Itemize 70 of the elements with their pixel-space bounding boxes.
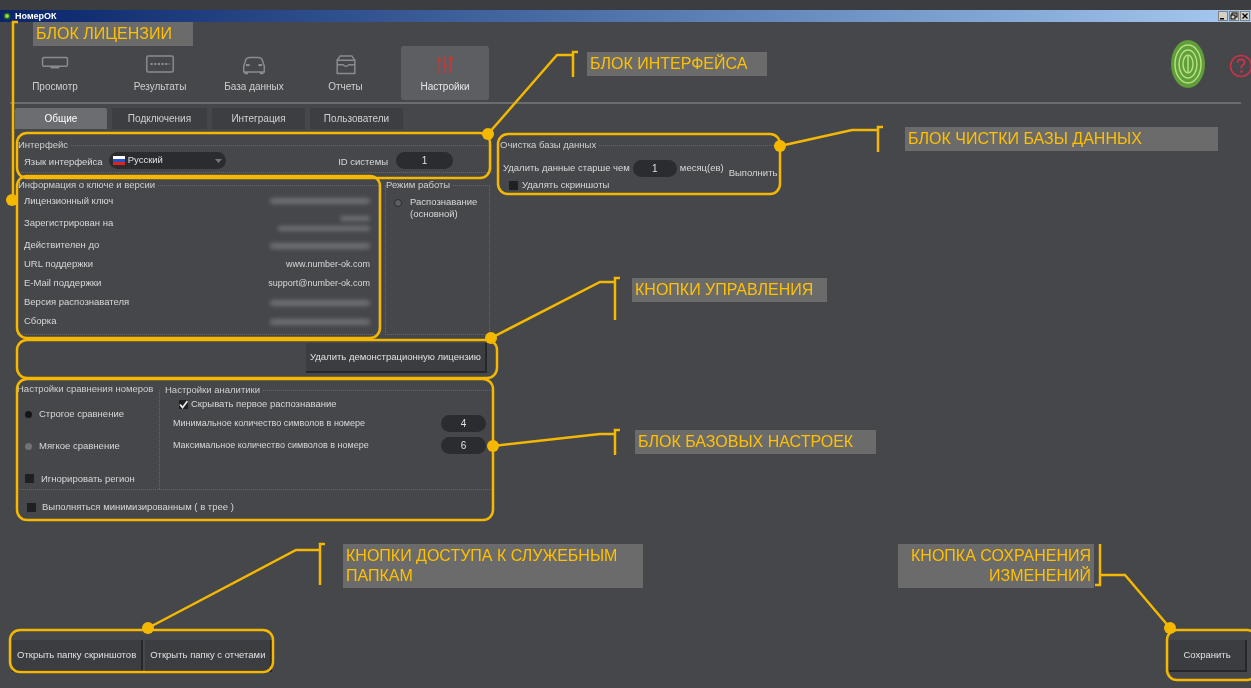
option-label: Распознавание (основной) xyxy=(410,196,479,220)
callout-label: КНОПКИ УПРАВЛЕНИЯ xyxy=(632,278,827,302)
settings-tab[interactable]: Пользователи xyxy=(310,108,403,129)
callout-label: БЛОК ЛИЦЕНЗИИ xyxy=(33,22,193,46)
callout-label: КНОПКИ ДОСТУПА К СЛУЖЕБНЫМ ПАПКАМ xyxy=(343,544,643,588)
option-label: Мягкое сравнение xyxy=(39,439,120,454)
field-label: Действителен до xyxy=(24,238,100,253)
delete-license-button[interactable]: Удалить демонстрационную лицензию xyxy=(306,343,487,373)
plate-icon xyxy=(145,52,175,75)
nav-tab[interactable]: Результаты xyxy=(110,46,210,100)
option-label: Выполняться минимизированным ( в трее ) xyxy=(42,500,234,514)
fingerprint-icon xyxy=(1168,38,1208,90)
option-label: Удалять скриншоты xyxy=(522,178,610,193)
field-value: support@number-ok.com xyxy=(268,276,370,290)
field-label: Версия распознавателя xyxy=(24,295,130,310)
save-button[interactable]: Сохранить xyxy=(1169,640,1247,672)
option-label: Строгое сравнение xyxy=(39,407,124,421)
field-label: Зарегистрирован на xyxy=(24,215,114,230)
radio-button[interactable] xyxy=(25,410,32,418)
field-label: Лицензионный ключ xyxy=(24,193,114,208)
checkbox[interactable] xyxy=(27,502,36,512)
settings-tab[interactable]: Подключения xyxy=(112,108,207,129)
settings-tab[interactable]: Интеграция xyxy=(212,108,305,129)
option-label: Скрывать первое распознавание xyxy=(191,397,337,411)
number-field[interactable]: 4 xyxy=(441,415,486,433)
radio-button[interactable] xyxy=(394,199,402,207)
number-field[interactable]: 1 xyxy=(632,159,677,177)
number-field[interactable]: 1 xyxy=(396,152,453,169)
help-icon[interactable] xyxy=(1229,54,1251,78)
flag-icon xyxy=(112,156,125,165)
group-title: Режим работы xyxy=(386,179,454,191)
caret-icon xyxy=(214,158,222,163)
field-label: Удалить данные старше чем xyxy=(503,161,630,175)
checkbox[interactable] xyxy=(25,474,34,484)
field-label: Язык интерфейса xyxy=(24,154,103,169)
group-title: Информация о ключе и версии xyxy=(18,179,159,191)
settings-tab[interactable]: Общие xyxy=(15,108,107,129)
option-label: Игнорировать регион xyxy=(41,471,135,486)
field-label: месяц(ев) xyxy=(679,161,724,175)
callout-label: БЛОК ЧИСТКИ БАЗЫ ДАННЫХ xyxy=(905,127,1218,151)
nav-tab[interactable]: Отчеты xyxy=(298,46,393,100)
radio-button[interactable] xyxy=(25,442,32,450)
nav-tab[interactable]: Просмотр xyxy=(10,46,100,100)
group-title: Интерфейс xyxy=(18,139,72,151)
field-label: URL поддержки xyxy=(24,257,93,272)
field-label: Сборка xyxy=(24,314,57,329)
field-label: ID системы xyxy=(338,154,388,169)
close-button[interactable] xyxy=(1240,11,1250,21)
callout-label: КНОПКА СОХРАНЕНИЯ ИЗМЕНЕНИЙ xyxy=(898,544,1094,588)
field-value: www.number-ok.com xyxy=(285,257,370,271)
folder-button[interactable]: Открыть папку скриншотов xyxy=(12,640,144,672)
callout-label: БЛОК ИНТЕРФЕЙСА xyxy=(587,52,767,76)
nav-tab[interactable]: Настройки xyxy=(401,46,489,100)
number-field[interactable]: 6 xyxy=(441,437,486,455)
checkbox[interactable] xyxy=(509,180,518,190)
callout-label: БЛОК БАЗОВЫХ НАСТРОЕК xyxy=(635,430,876,454)
restore-button[interactable] xyxy=(1229,11,1239,21)
language-dropdown[interactable]: Русский xyxy=(108,152,226,169)
field-label: Максимальное количество символов в номере xyxy=(173,439,369,452)
group-title: Настройки аналитики xyxy=(165,384,263,396)
group-title: Очистка базы данных xyxy=(500,139,600,151)
field-label: E-Mail поддержки xyxy=(24,276,102,291)
run-button[interactable]: Выполнить xyxy=(728,166,778,181)
nav-tab[interactable]: База данных xyxy=(210,46,298,100)
minimize-button[interactable] xyxy=(1218,11,1228,21)
app-icon xyxy=(3,12,11,20)
field-label: Минимальное количество символов в номере xyxy=(173,417,366,430)
window-title: НомерОК xyxy=(15,11,57,21)
checkbox[interactable] xyxy=(179,399,188,409)
folder-button[interactable]: Открыть папку с отчетами xyxy=(145,640,273,672)
